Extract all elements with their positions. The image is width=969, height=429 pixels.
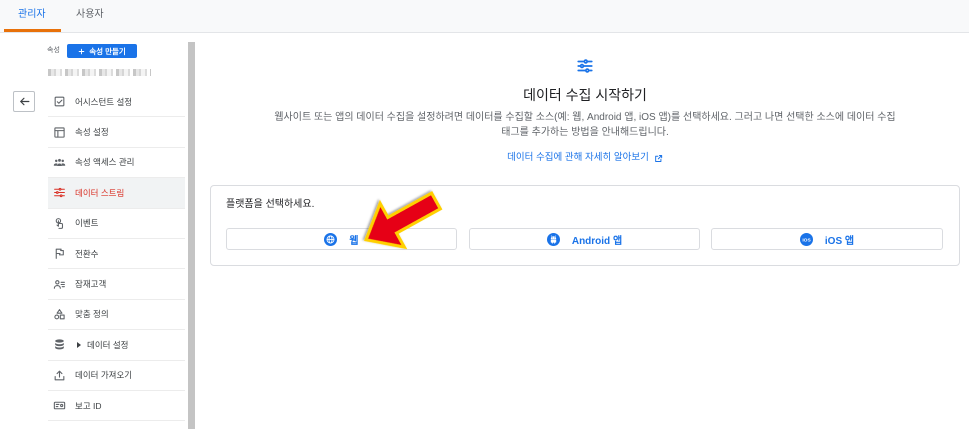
external-link-icon — [654, 154, 662, 162]
sidebar-item-property-settings[interactable]: 속성 설정 — [48, 117, 185, 148]
sidebar-item-data-import[interactable]: 데이터 가져오기 — [48, 361, 185, 391]
sidebar-nav: 어시스턴트 설정 속성 설정 속성 액세스 관리 데이터 스트림 이벤트 전환수… — [48, 87, 185, 422]
sidebar-item-custom-definitions[interactable]: 맞춤 정의 — [48, 300, 185, 331]
description-line-1: 웹사이트 또는 앱의 데이터 수집을 설정하려면 데이터를 수집할 소스(예: … — [274, 112, 896, 123]
ios-icon-text: iOS — [802, 237, 811, 243]
sidebar-item-label: 어시스턴트 설정 — [75, 96, 133, 107]
sidebar-item-conversions[interactable]: 전환수 — [48, 239, 185, 270]
learn-more-link[interactable]: 데이터 수집에 관해 자세히 알아보기 — [507, 152, 663, 164]
database-icon — [55, 339, 64, 350]
audience-icon — [53, 279, 65, 289]
create-property-label: 속성 만들기 — [89, 46, 126, 56]
create-property-button[interactable]: 속성 만들기 — [67, 44, 137, 58]
sidebar-scrollbar[interactable] — [188, 42, 195, 429]
sidebar-item-label: 이벤트 — [75, 218, 99, 229]
data-stream-icon — [577, 59, 593, 73]
sidebar-item-label: 전환수 — [75, 248, 99, 259]
plus-icon — [78, 48, 85, 54]
sidebar-item-label: 속성 액세스 관리 — [75, 157, 135, 168]
ios-app-button-label: iOS 앱 — [824, 235, 855, 247]
platform-prompt: 플랫폼을 선택하세요. — [226, 199, 315, 210]
touch-icon — [55, 217, 64, 229]
tab-user[interactable]: 사용자 — [76, 7, 104, 23]
section-label: 속성 — [47, 47, 60, 54]
expand-arrow-icon[interactable] — [77, 341, 81, 348]
ios-app-button[interactable]: iOS iOS 앱 — [711, 228, 943, 250]
sidebar-item-label: 보고 ID — [75, 400, 102, 411]
data-stream-icon — [54, 188, 65, 198]
web-button-label: 웹 — [349, 235, 359, 247]
shapes-icon — [54, 309, 65, 320]
sidebar-item-data-settings[interactable]: 데이터 설정 — [48, 330, 185, 361]
sidebar-item-reporting-identity[interactable]: 보고 ID — [48, 391, 185, 422]
android-app-button[interactable]: Android 앱 — [469, 228, 700, 250]
back-button[interactable] — [13, 91, 35, 112]
group-icon — [53, 158, 66, 166]
sidebar-item-label: 데이터 가져오기 — [75, 370, 133, 381]
sidebar-item-label: 데이터 스트림 — [75, 187, 125, 198]
globe-icon — [324, 232, 338, 246]
id-badge-icon — [53, 401, 66, 410]
sidebar-item-assistant-settings[interactable]: 어시스턴트 설정 — [48, 87, 185, 118]
tab-underline — [4, 29, 61, 32]
page-title: 데이터 수집 시작하기 — [523, 87, 647, 103]
sidebar-item-events[interactable]: 이벤트 — [48, 209, 185, 239]
upload-icon — [54, 370, 65, 381]
sidebar-item-audiences[interactable]: 잠재고객 — [48, 269, 185, 300]
sidebar-item-label: 데이터 설정 — [87, 339, 129, 350]
tab-admin[interactable]: 관리자 — [18, 7, 46, 23]
web-button[interactable]: 웹 — [226, 228, 457, 250]
ios-icon: iOS — [799, 232, 813, 246]
assistant-checklist-icon — [54, 96, 65, 107]
top-tab-bar: 관리자 사용자 — [0, 0, 969, 33]
window-icon — [54, 126, 65, 138]
description-line-2: 태그를 추가하는 방법을 안내해드립니다. — [501, 127, 669, 138]
platform-card: 플랫폼을 선택하세요. 웹 Android 앱 iOS iOS 앱 — [210, 185, 960, 266]
property-name-redacted[interactable] — [48, 69, 151, 76]
sidebar-item-label: 맞춤 정의 — [75, 309, 109, 320]
sidebar-item-label: 잠재고객 — [75, 279, 107, 290]
learn-more-label: 데이터 수집에 관해 자세히 알아보기 — [507, 152, 649, 163]
sidebar-item-property-access-management[interactable]: 속성 액세스 관리 — [48, 148, 185, 179]
sidebar-item-label: 속성 설정 — [75, 127, 109, 138]
sidebar-item-data-streams[interactable]: 데이터 스트림 — [48, 178, 185, 209]
back-arrow-icon — [19, 97, 29, 106]
flag-icon — [55, 248, 64, 260]
android-icon — [546, 232, 560, 246]
android-app-button-label: Android 앱 — [571, 235, 623, 247]
